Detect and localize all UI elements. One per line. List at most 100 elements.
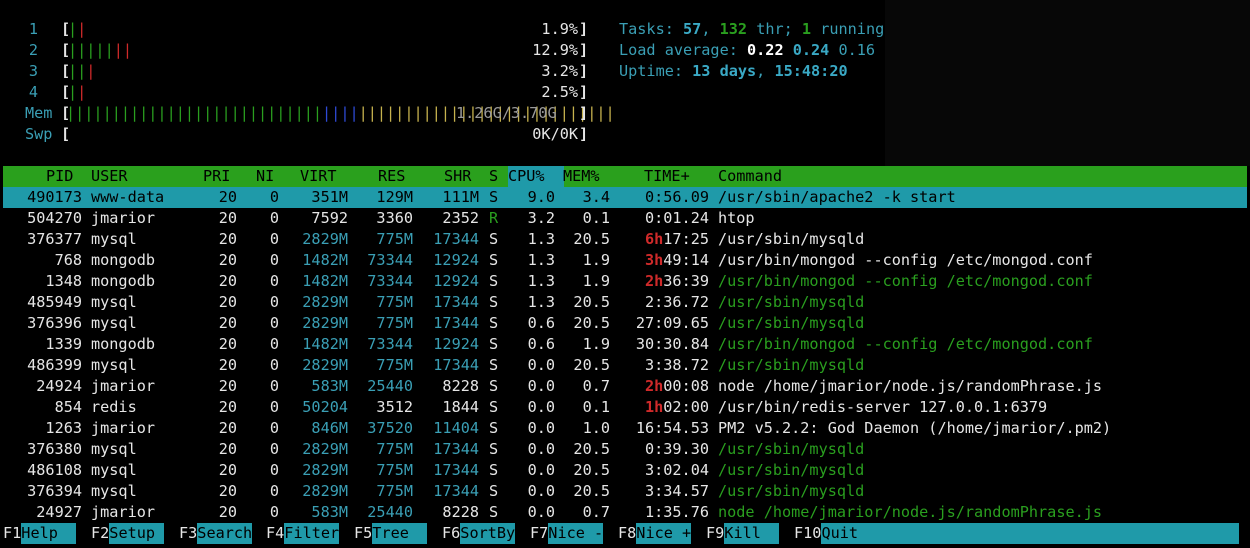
cell-pid: 24924 [36,377,82,395]
cell-res: 25440 [367,503,413,521]
load-1: 0.22 [747,41,784,59]
cell-user: mongodb [91,251,156,269]
fkey-search-button[interactable]: F3Search [179,523,253,544]
cell-cpu: 0.6 [527,314,555,332]
cpu-meter-2: 2 [ ||||||| 12.9% ] [0,40,600,61]
cell-shr: 17344 [433,230,479,248]
fkey-nice-button[interactable]: F7Nice - [530,523,604,544]
cpu-meter-3: 3 [ ||| 3.2% ] [0,61,600,82]
col-virt[interactable]: VIRT [300,166,337,187]
fkey-key: F2 [91,524,110,542]
col-time[interactable]: TIME+ [644,166,690,187]
fkey-key: F6 [442,524,461,542]
fkey-key: F3 [179,524,198,542]
time-rest: 00:08 [663,377,709,395]
swp-label: Swp [25,125,53,143]
cell-cpu: 0.0 [527,419,555,437]
cell-user: mysql [91,293,137,311]
cell-pri: 20 [218,314,237,332]
cell-s: R [489,209,499,227]
fkey-setup-button[interactable]: F2Setup [91,523,165,544]
table-row[interactable]: 486399 mysql 20 0 2829M 775M 17344 S 0.0 20.5 3:38… [3,355,1247,376]
process-table-header: PID USER PRI NI VIRT RES SHR S CPU% MEM%… [3,166,1247,187]
meter-bracket-right: ] [579,62,589,80]
table-row[interactable]: 24924 jmarior 20 0 583M 25440 8228 S 0.0 0.7 2h00:… [3,376,1247,397]
cell-virt: 2829M [302,293,348,311]
table-row[interactable]: 486108 mysql 20 0 2829M 775M 17344 S 0.0 20.5 3:02… [3,460,1247,481]
cell-shr: 111M [442,188,479,206]
meter-bracket-right: ] [579,20,589,38]
cell-time: 2h00:08 [645,376,709,397]
cell-s: S [489,377,499,395]
table-row[interactable]: 485949 mysql 20 0 2829M 775M 17344 S 1.3 20.5 2:36… [3,292,1247,313]
cell-pid: 376377 [27,230,82,248]
cell-shr: 12924 [433,272,479,290]
col-user[interactable]: USER [91,166,128,187]
cell-s: S [489,503,499,521]
col-state[interactable]: S [489,166,498,187]
cell-virt: 2829M [302,356,348,374]
cell-cmd: /usr/sbin/mysqld [718,293,865,311]
cpu-bar: || [68,20,87,38]
table-row[interactable]: 1348 mongodb 20 0 1482M 73344 12924 S 1.3 1.9 2h36… [3,271,1247,292]
table-row[interactable]: 24927 jmarior 20 0 583M 25440 8228 S 0.0 0.7 1:35.… [3,502,1247,523]
cell-user: jmarior [91,419,156,437]
col-cpu-sorted[interactable]: CPU% [508,166,564,187]
fkey-help-button[interactable]: F1Help [3,523,77,544]
cpu-bar: || [68,83,87,101]
table-row[interactable]: 376380 mysql 20 0 2829M 775M 17344 S 0.0 20.5 0:39… [3,439,1247,460]
cell-user: mysql [91,356,137,374]
col-shr[interactable]: SHR [444,166,471,187]
cell-mem: 1.0 [582,419,610,437]
cell-pri: 20 [218,503,237,521]
table-row[interactable]: 768 mongodb 20 0 1482M 73344 12924 S 1.3 1.9 3h49:… [3,250,1247,271]
fkey-filter-button[interactable]: F4Filter [266,523,340,544]
cell-pid: 768 [54,251,82,269]
table-row[interactable]: 376394 mysql 20 0 2829M 775M 17344 S 0.0 20.5 3:34… [3,481,1247,502]
table-row[interactable]: 1339 mongodb 20 0 1482M 73344 12924 S 0.6 1.9 30:3… [3,334,1247,355]
fkey-quit-button[interactable]: F10Quit [794,523,1240,544]
table-row[interactable]: 376396 mysql 20 0 2829M 775M 17344 S 0.6 20.5 27:0… [3,313,1247,334]
col-command[interactable]: Command [718,166,782,187]
cell-cpu: 0.0 [527,356,555,374]
fkey-sortby-button[interactable]: F6SortBy [442,523,516,544]
fkey-tree-button[interactable]: F5Tree [354,523,428,544]
col-ni[interactable]: NI [256,166,274,187]
table-row[interactable]: 854 redis 20 0 50204 3512 1844 S 0.0 0.1 1h02:00/u… [3,397,1247,418]
col-pri[interactable]: PRI [203,166,230,187]
cpu-meter-4: 4 [ || 2.5% ] [0,82,600,103]
cell-pri: 20 [218,440,237,458]
fkey-key: F1 [3,524,22,542]
fkey-kill-button[interactable]: F9Kill [706,523,780,544]
col-res[interactable]: RES [378,166,405,187]
cell-ni: 0 [269,188,279,206]
table-row[interactable]: 490173 www-data 20 0 351M 129M 111M S 9.0 3.4 0:56… [3,187,1247,208]
running-label: running [811,20,885,38]
table-row[interactable]: 504270 jmarior 20 0 7592 3360 2352 R 3.2 0.1 0:01.… [3,208,1247,229]
cell-res: 775M [376,461,413,479]
fkey-nice-button[interactable]: F8Nice + [618,523,692,544]
cell-shr: 12924 [433,335,479,353]
table-row[interactable]: 376377 mysql 20 0 2829M 775M 17344 S 1.3 20.5 6h17… [3,229,1247,250]
mem-sep: / [501,104,511,122]
process-table: 490173 www-data 20 0 351M 129M 111M S 9.0 3.4 0:56… [3,187,1247,523]
cell-s: S [489,272,499,290]
table-row[interactable]: 1263 jmarior 20 0 846M 37520 11404 S 0.0 1.0 16:54… [3,418,1247,439]
cell-virt: 351M [311,188,348,206]
cell-time: 0:01.24 [644,209,709,227]
cell-res: 775M [376,230,413,248]
time-hours: 2h [644,377,664,395]
cell-cmd: /usr/bin/mongod --config /etc/mongod.con… [718,272,1093,290]
uptime-label: Uptime: [619,62,693,80]
cell-pri: 20 [218,209,237,227]
cell-user: mysql [91,461,137,479]
tasks-label: Tasks: [619,20,684,38]
cell-ni: 0 [269,398,279,416]
cell-res: 37520 [367,419,413,437]
col-pid[interactable]: PID [46,166,73,187]
col-mem[interactable]: MEM% [563,166,600,187]
cell-s: S [489,293,499,311]
mem-bar: ||||||||||||||||||||||||||||||||||||||||… [66,104,615,122]
cell-res: 73344 [367,335,413,353]
cpu-meter-1: 1 [ || 1.9% ] [0,19,600,40]
